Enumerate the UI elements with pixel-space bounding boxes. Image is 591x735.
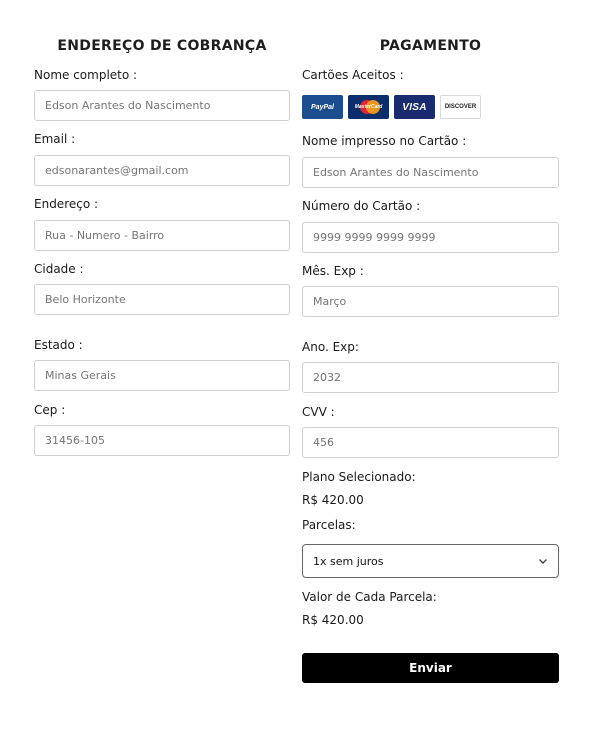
paypal-icon: PayPal bbox=[302, 95, 343, 119]
exp-month-label: Mês. Exp : bbox=[302, 264, 364, 278]
checkout-page: ENDEREÇO DE COBRANÇA Nome completo : Ema… bbox=[0, 0, 591, 735]
cvv-input[interactable] bbox=[302, 427, 559, 458]
discover-text: DISCOVER bbox=[444, 104, 477, 110]
card-name-input[interactable] bbox=[302, 157, 559, 188]
plan-value: R$ 420.00 bbox=[302, 493, 364, 507]
card-name-label: Nome impresso no Cartão : bbox=[302, 134, 467, 148]
accepted-cards: PayPal MasterCard VISA DISCOVER bbox=[302, 95, 481, 119]
name-input[interactable] bbox=[34, 90, 290, 121]
visa-text: VISA bbox=[402, 101, 427, 113]
submit-button[interactable]: Enviar bbox=[302, 653, 559, 683]
plan-label: Plano Selecionado: bbox=[302, 470, 416, 484]
city-input[interactable] bbox=[34, 284, 290, 315]
email-label: Email : bbox=[34, 132, 76, 146]
exp-month-input[interactable] bbox=[302, 286, 559, 317]
payment-title: PAGAMENTO bbox=[379, 38, 482, 54]
address-label: Endereço : bbox=[34, 197, 99, 211]
city-label: Cidade : bbox=[34, 262, 84, 276]
zip-input[interactable] bbox=[34, 425, 290, 456]
mastercard-text: MasterCard bbox=[354, 104, 383, 110]
exp-year-label: Ano. Exp: bbox=[302, 340, 359, 354]
installments-label: Parcelas: bbox=[302, 518, 356, 532]
exp-year-input[interactable] bbox=[302, 362, 559, 393]
installment-value-label: Valor de Cada Parcela: bbox=[302, 590, 437, 604]
installments-selected-value: 1x sem juros bbox=[313, 554, 384, 568]
card-number-label: Número do Cartão : bbox=[302, 199, 421, 213]
state-input[interactable] bbox=[34, 360, 290, 391]
discover-icon: DISCOVER bbox=[440, 95, 481, 119]
paypal-text: PayPal bbox=[311, 103, 334, 111]
installment-value: R$ 420.00 bbox=[302, 613, 364, 627]
mastercard-icon: MasterCard bbox=[348, 95, 389, 119]
installments-select[interactable]: 1x sem juros bbox=[302, 544, 559, 578]
visa-icon: VISA bbox=[394, 95, 435, 119]
email-input[interactable] bbox=[34, 155, 290, 186]
cvv-label: CVV : bbox=[302, 405, 335, 419]
chevron-down-icon bbox=[539, 559, 547, 564]
accepted-cards-label: Cartões Aceitos : bbox=[302, 68, 404, 82]
state-label: Estado : bbox=[34, 338, 83, 352]
zip-label: Cep : bbox=[34, 403, 66, 417]
address-input[interactable] bbox=[34, 220, 290, 251]
name-label: Nome completo : bbox=[34, 68, 138, 82]
billing-title: ENDEREÇO DE COBRANÇA bbox=[57, 38, 267, 54]
card-number-input[interactable] bbox=[302, 222, 559, 253]
